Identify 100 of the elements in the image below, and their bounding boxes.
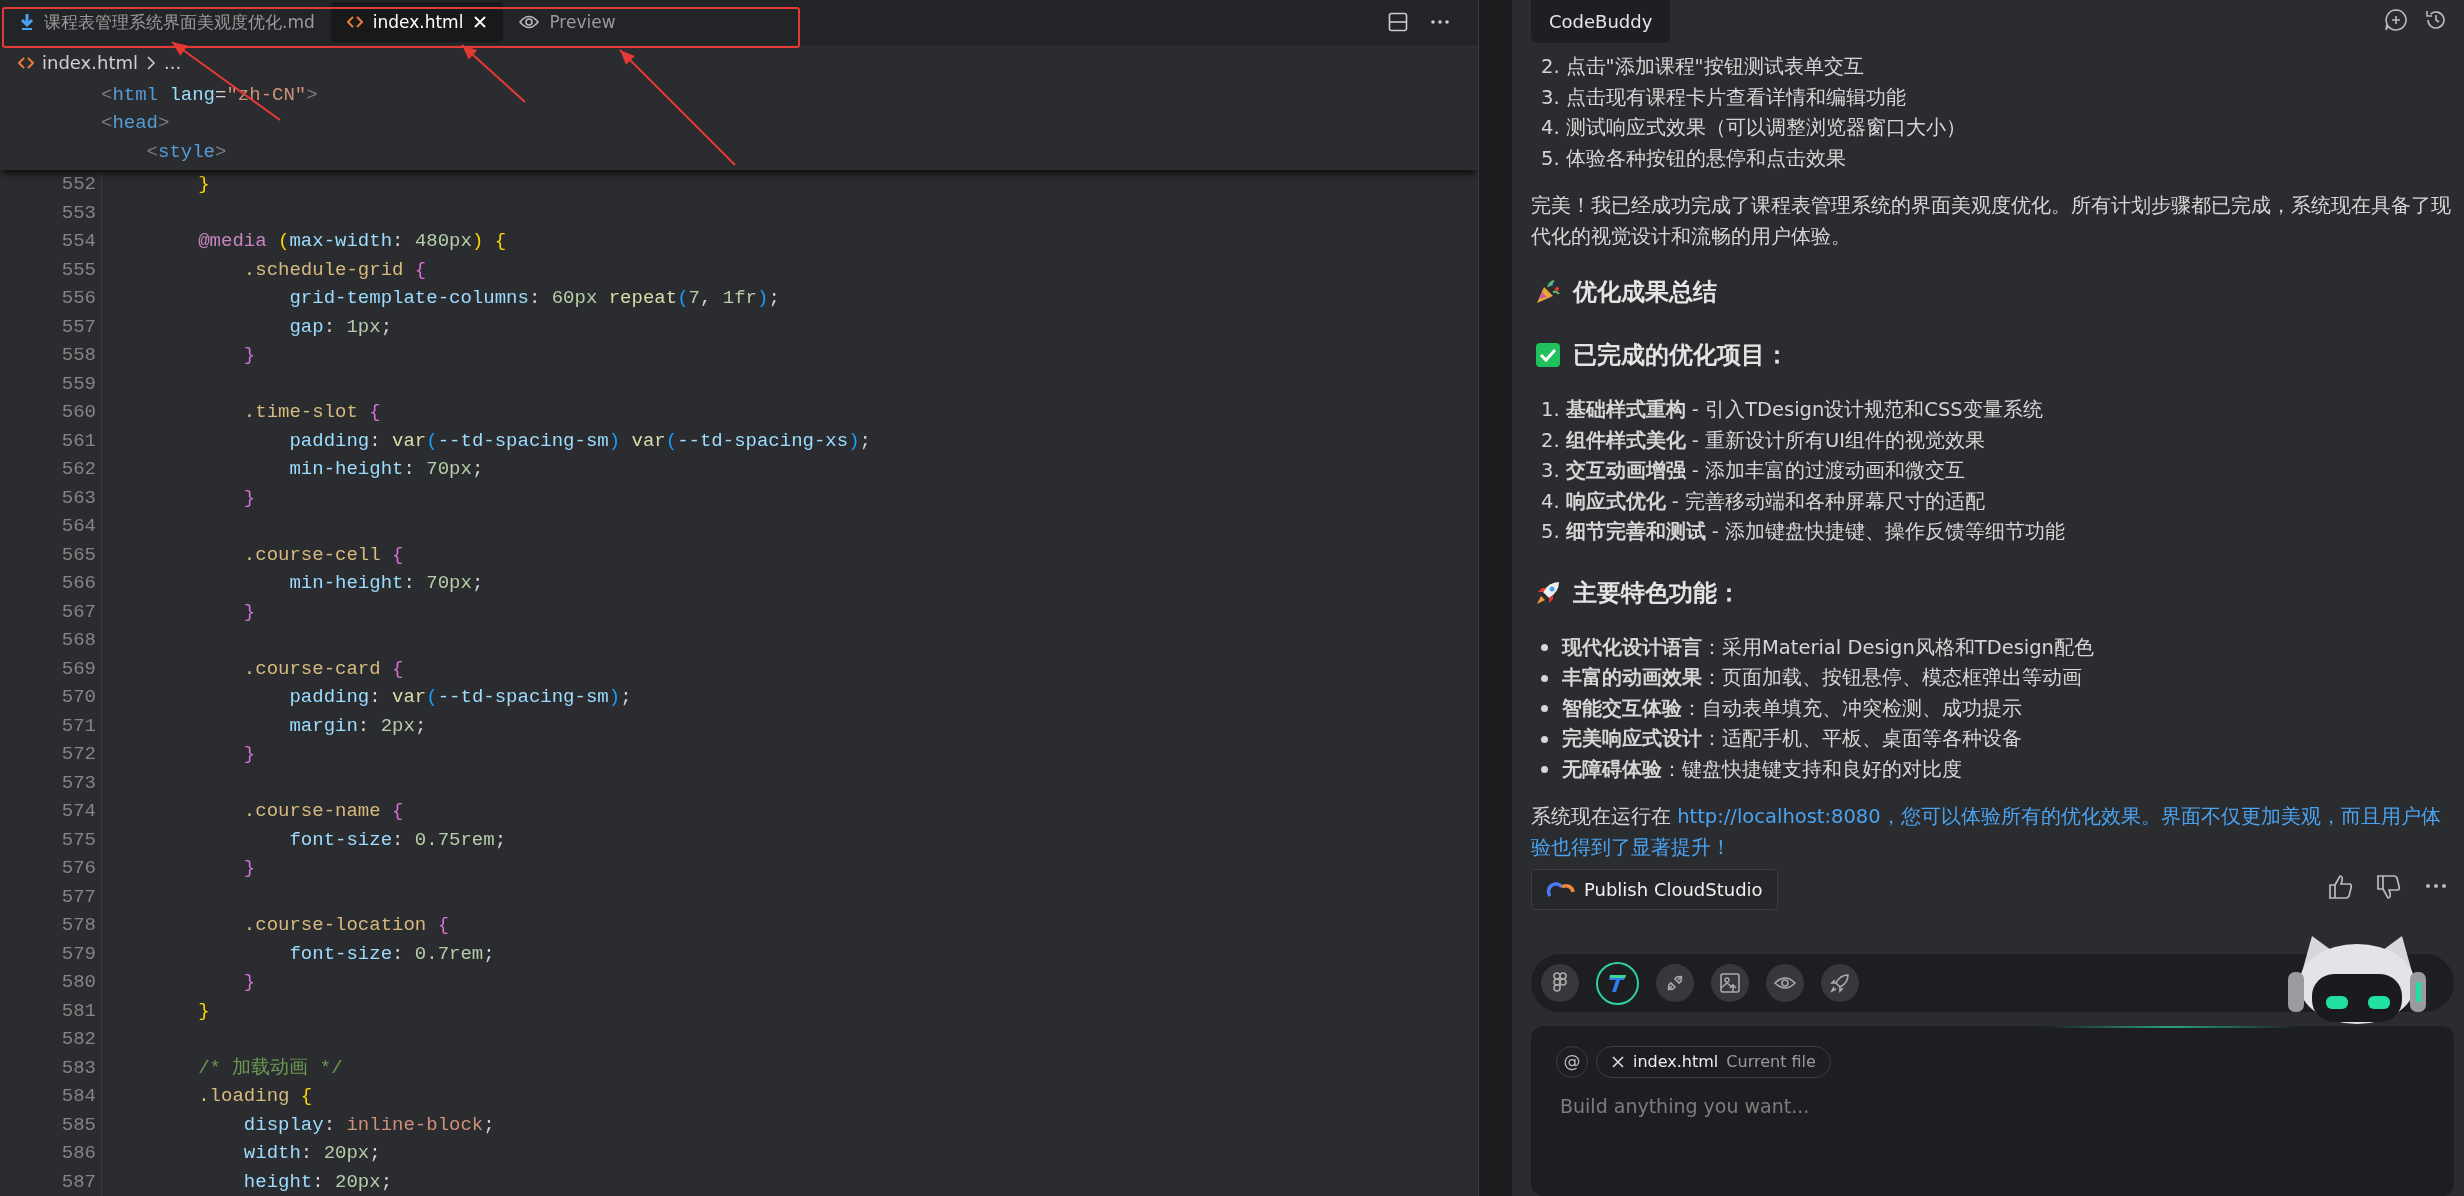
list-number: 3. [1541,458,1560,484]
code-line: } [101,968,256,997]
list-item-text: 基础样式重构 - 引入TDesign设计规范和CSS变量系统 [1565,397,2043,423]
context-note: Current file [1726,1051,1816,1073]
new-chat-icon[interactable] [2384,8,2408,32]
annotation-arrow [461,44,526,103]
line-number: 577 [60,884,96,910]
code-line: .course-location { [101,911,450,940]
code-line: <head> [100,111,170,136]
localhost-link[interactable]: http://localhost:8080 [1677,805,1881,828]
line-number: 583 [60,1055,96,1081]
list-item-text: 点击现有课程卡片查看详情和编辑功能 [1565,84,1906,111]
bullet-dot [1541,674,1548,682]
editor-tab[interactable]: 课程表管理系统界面美观度优化.md [4,2,331,43]
thumbs-up-icon[interactable] [2328,873,2354,900]
bullet-dot [1541,766,1548,774]
line-number: 567 [60,599,96,625]
list-item-text: 细节完善和测试 - 添加键盘快捷键、操作反馈等细节功能 [1565,519,2066,545]
editor-tab[interactable]: index.html [330,2,504,43]
line-number: 553 [60,200,96,226]
code-line: } [101,483,256,512]
tool-button[interactable] [1821,964,1859,1002]
line-number: 578 [60,913,96,938]
code-line: margin: 2px; [101,711,427,740]
line-number: 560 [60,400,96,425]
code-line: display: inline-block; [101,1110,495,1139]
code-line: font-size: 0.75rem; [101,825,507,854]
list-number: 2. [1541,54,1560,80]
prompt-input-field[interactable]: Build anything you want... [1556,1092,2429,1121]
chevron-right-icon [145,55,156,70]
history-icon[interactable] [2424,8,2448,32]
message-paragraph: 完美！我已经成功完成了课程表管理系统的界面美观度优化。所有计划步骤都已完成，系统现在具备了现代化的视觉设计和流畅的用户体验。 [1531,193,2452,250]
code-line: } [101,597,256,626]
image-icon [1718,971,1742,995]
line-number: 580 [60,970,96,995]
rocket-icon [1535,579,1561,606]
list-number: 5. [1541,519,1560,545]
list-number: 3. [1541,84,1560,111]
bullet-dot [1541,705,1548,713]
section-heading: 主要特色功能： [1573,577,1741,609]
line-number: 569 [60,656,96,682]
line-number: 559 [60,371,96,397]
code-line: .course-card { [101,654,404,683]
eye-icon [519,15,540,30]
editor-tab[interactable]: Preview [503,2,632,43]
list-number: 1. [1541,397,1560,423]
check-box-icon [1535,342,1561,368]
code-line: <style> [145,139,227,165]
list-item-text: 完美响应式设计：适配手机、平板、桌面等各种设备 [1562,726,2022,752]
rocket-icon [1828,971,1852,995]
tool-button[interactable] [1541,964,1579,1002]
list-item-text: 响应式优化 - 完善移动端和各种屏幕尺寸的适配 [1565,488,1986,515]
line-number: 584 [60,1084,96,1109]
line-number: 557 [60,314,96,340]
line-number: 585 [60,1112,96,1138]
line-number: 579 [60,941,96,967]
tool-button[interactable] [1656,964,1694,1002]
tool-button[interactable] [1766,964,1804,1002]
line-number: 564 [60,514,96,539]
list-number: 2. [1541,427,1560,454]
code-line: width: 20px; [101,1139,381,1168]
line-number: 586 [60,1141,96,1166]
code-line: gap: 1px; [101,312,393,341]
list-item-text: 丰富的动画效果：页面加载、按钮悬停、模态框弹出等动画 [1562,665,2082,691]
code-brackets-icon [346,15,363,30]
thumbs-down-icon[interactable] [2376,873,2402,900]
line-number: 558 [60,343,96,368]
code-line: .time-slot { [101,398,381,427]
line-number: 554 [60,229,96,254]
line-number: 581 [60,998,96,1024]
line-number: 574 [60,799,96,824]
line-number: 570 [60,685,96,710]
line-number: 572 [60,742,96,767]
list-item-text: 交互动画增强 - 添加丰富的过渡动画和微交互 [1565,458,1966,484]
publish-button[interactable]: Publish CloudStudio [1531,869,1778,910]
list-item-text: 组件样式美化 - 重新设计所有UI组件的视觉效果 [1565,427,1986,454]
close-icon[interactable] [1611,1055,1625,1069]
code-line: } [101,170,210,199]
tool-button[interactable] [1711,964,1749,1002]
split-editor-icon[interactable] [1388,12,1408,33]
list-item-text: 现代化设计语言：采用Material Design风格和TDesign配色 [1562,634,2094,661]
line-number: 565 [60,542,96,568]
code-line: .loading { [101,1082,313,1111]
line-number: 556 [60,286,96,311]
section-heading: 优化成果总结 [1573,277,1717,308]
breadcrumb-item[interactable]: ... [163,49,182,77]
code-line: .course-cell { [101,540,404,569]
code-line: min-height: 70px; [101,455,484,484]
line-number: 555 [60,257,96,283]
panel-tab[interactable]: CodeBuddy [1531,0,1671,43]
code-line: padding: var(--td-spacing-sm); [101,683,632,712]
line-number: 552 [60,172,96,197]
breadcrumb-item[interactable]: index.html [42,49,138,77]
code-line: @media (max-width: 480px) { [101,227,507,256]
party-popper-icon [1535,279,1561,305]
tool-button[interactable] [1596,961,1639,1005]
list-number: 4. [1541,115,1560,141]
code-line: } [101,854,256,883]
list-item-text: 无障碍体验：键盘快捷键支持和良好的对比度 [1562,756,1962,783]
arrow-down-icon [20,13,34,32]
